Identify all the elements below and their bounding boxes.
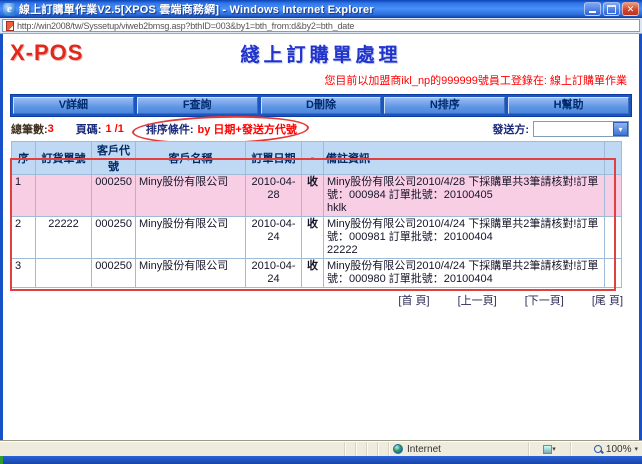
query-button[interactable]: F查詢 <box>137 97 258 114</box>
protected-mode-icon <box>543 445 552 454</box>
status-pane <box>377 442 388 456</box>
status-pane <box>344 442 355 456</box>
info-bar: 總筆數: 3 頁碼: 1 /1 排序條件: by 日期+發送方代號 發送方: ▾ <box>11 120 629 138</box>
status-pane <box>355 442 366 456</box>
cell-customer-code: 000250 <box>92 217 136 259</box>
zone-label: Internet <box>407 444 441 455</box>
total-count-value: 3 <box>48 123 54 135</box>
table-row[interactable]: 2 22222 000250 Miny股份有限公司 2010-04-24 收 M… <box>12 217 622 259</box>
cell-remark: Miny股份有限公司2010/4/24 下採購單共2筆請核對!訂單號：00098… <box>324 259 605 288</box>
orders-table: 序 訂貨單號 客戶代號 客戶名稱 訂單日期 - 備註資訊 1 000250 <box>11 141 622 288</box>
total-count-label: 總筆數: <box>11 121 48 137</box>
col-extra <box>605 142 622 175</box>
cell-customer-name: Miny股份有限公司 <box>136 175 246 217</box>
cell-extra <box>605 259 622 288</box>
sender-label: 發送方: <box>492 121 529 137</box>
cell-extra <box>605 175 622 217</box>
cell-order-date: 2010-04-24 <box>246 259 302 288</box>
pagination: [首 頁] [上一頁] [下一頁] [尾 頁] <box>3 292 623 308</box>
col-receive: - <box>302 142 324 175</box>
cell-seq: 2 <box>12 217 36 259</box>
cell-order-no <box>36 259 92 288</box>
detail-button[interactable]: V詳細 <box>13 97 134 114</box>
col-order-no: 訂貨單號 <box>36 142 92 175</box>
sender-select[interactable]: ▾ <box>533 121 629 137</box>
cell-remark: Miny股份有限公司2010/4/28 下採購單共3筆請核對!訂單號：00098… <box>324 175 605 217</box>
sort-condition-value: by 日期+發送方代號 <box>198 121 297 137</box>
cell-seq: 3 <box>12 259 36 288</box>
login-info: 您目前以加盟商ikl_np的999999號員工登錄在: 線上訂購單作業 <box>3 66 639 90</box>
cell-order-date: 2010-04-24 <box>246 217 302 259</box>
col-customer-name: 客戶名稱 <box>136 142 246 175</box>
first-page-link[interactable]: [首 頁] <box>398 292 429 308</box>
zoom-control[interactable]: 100% ▾ <box>570 442 642 456</box>
window-titlebar: e 線上訂購單作業V2.5[XPOS 雲端商務網] - Windows Inte… <box>0 0 642 18</box>
window-bottom-border <box>0 456 642 464</box>
orders-table-wrap: 序 訂貨單號 客戶代號 客戶名稱 訂單日期 - 備註資訊 1 000250 <box>11 141 629 288</box>
window-controls: ✕ <box>584 2 639 16</box>
delete-button[interactable]: D刪除 <box>261 97 382 114</box>
cell-receive: 收 <box>302 259 324 288</box>
col-customer-code: 客戶代號 <box>92 142 136 175</box>
cell-customer-code: 000250 <box>92 259 136 288</box>
status-pane <box>366 442 377 456</box>
page-number-label: 頁碼: <box>76 121 102 137</box>
page-content: X-POS 綫上訂購單處理 您目前以加盟商ikl_np的999999號員工登錄在… <box>0 34 642 441</box>
sort-condition: 排序條件: by 日期+發送方代號 <box>146 121 297 137</box>
cell-remark: Miny股份有限公司2010/4/24 下採購單共2筆請核對!訂單號：00098… <box>324 217 605 259</box>
cell-order-no <box>36 175 92 217</box>
page-number-value: 1 /1 <box>105 123 123 135</box>
chevron-down-icon: ▾ <box>552 445 556 453</box>
globe-icon <box>393 444 403 454</box>
page-title: 綫上訂購單處理 <box>3 40 639 67</box>
maximize-button[interactable] <box>603 2 620 16</box>
address-bar: http://win2008/tw/Syssetup/viweb2bmsg.as… <box>0 18 642 34</box>
ie-logo-icon: e <box>3 3 16 16</box>
cell-customer-name: Miny股份有限公司 <box>136 217 246 259</box>
cell-customer-name: Miny股份有限公司 <box>136 259 246 288</box>
col-seq: 序 <box>12 142 36 175</box>
table-row[interactable]: 1 000250 Miny股份有限公司 2010-04-28 收 Miny股份有… <box>12 175 622 217</box>
col-remark: 備註資訊 <box>324 142 605 175</box>
chevron-down-icon: ▾ <box>634 445 638 453</box>
security-zone: Internet <box>388 442 528 456</box>
status-bar: Internet ▾ 100% ▾ <box>0 441 642 456</box>
minimize-button[interactable] <box>584 2 601 16</box>
ie-window: e 線上訂購單作業V2.5[XPOS 雲端商務網] - Windows Inte… <box>0 0 642 464</box>
cell-receive: 收 <box>302 217 324 259</box>
taskbar-corner <box>0 456 3 464</box>
zoom-level: 100% <box>606 444 632 455</box>
table-row[interactable]: 3 000250 Miny股份有限公司 2010-04-24 收 Miny股份有… <box>12 259 622 288</box>
toolbar: V詳細 F查詢 D刪除 N排序 H幫助 <box>10 94 632 117</box>
cell-order-date: 2010-04-28 <box>246 175 302 217</box>
last-page-link[interactable]: [尾 頁] <box>592 292 623 308</box>
prev-page-link[interactable]: [上一頁] <box>458 292 497 308</box>
protected-mode-pane[interactable]: ▾ <box>528 442 570 456</box>
close-button[interactable]: ✕ <box>622 2 639 16</box>
address-input[interactable]: http://win2008/tw/Syssetup/viweb2bmsg.as… <box>2 19 640 32</box>
sender-filter: 發送方: ▾ <box>492 121 629 137</box>
help-button[interactable]: H幫助 <box>508 97 629 114</box>
sort-button[interactable]: N排序 <box>384 97 505 114</box>
cell-extra <box>605 217 622 259</box>
window-title: 線上訂購單作業V2.5[XPOS 雲端商務網] - Windows Intern… <box>19 1 584 17</box>
col-order-date: 訂單日期 <box>246 142 302 175</box>
magnifier-icon <box>594 445 603 454</box>
cell-receive: 收 <box>302 175 324 217</box>
address-url-text: http://win2008/tw/Syssetup/viweb2bmsg.as… <box>17 21 354 31</box>
status-message <box>0 442 344 456</box>
cell-customer-code: 000250 <box>92 175 136 217</box>
sort-condition-label: 排序條件: <box>146 121 194 137</box>
next-page-link[interactable]: [下一頁] <box>525 292 564 308</box>
table-header-row: 序 訂貨單號 客戶代號 客戶名稱 訂單日期 - 備註資訊 <box>12 142 622 175</box>
chevron-down-icon[interactable]: ▾ <box>613 122 628 136</box>
cell-order-no: 22222 <box>36 217 92 259</box>
page-error-icon <box>6 21 14 31</box>
cell-seq: 1 <box>12 175 36 217</box>
page-header: X-POS 綫上訂購單處理 <box>3 34 639 66</box>
